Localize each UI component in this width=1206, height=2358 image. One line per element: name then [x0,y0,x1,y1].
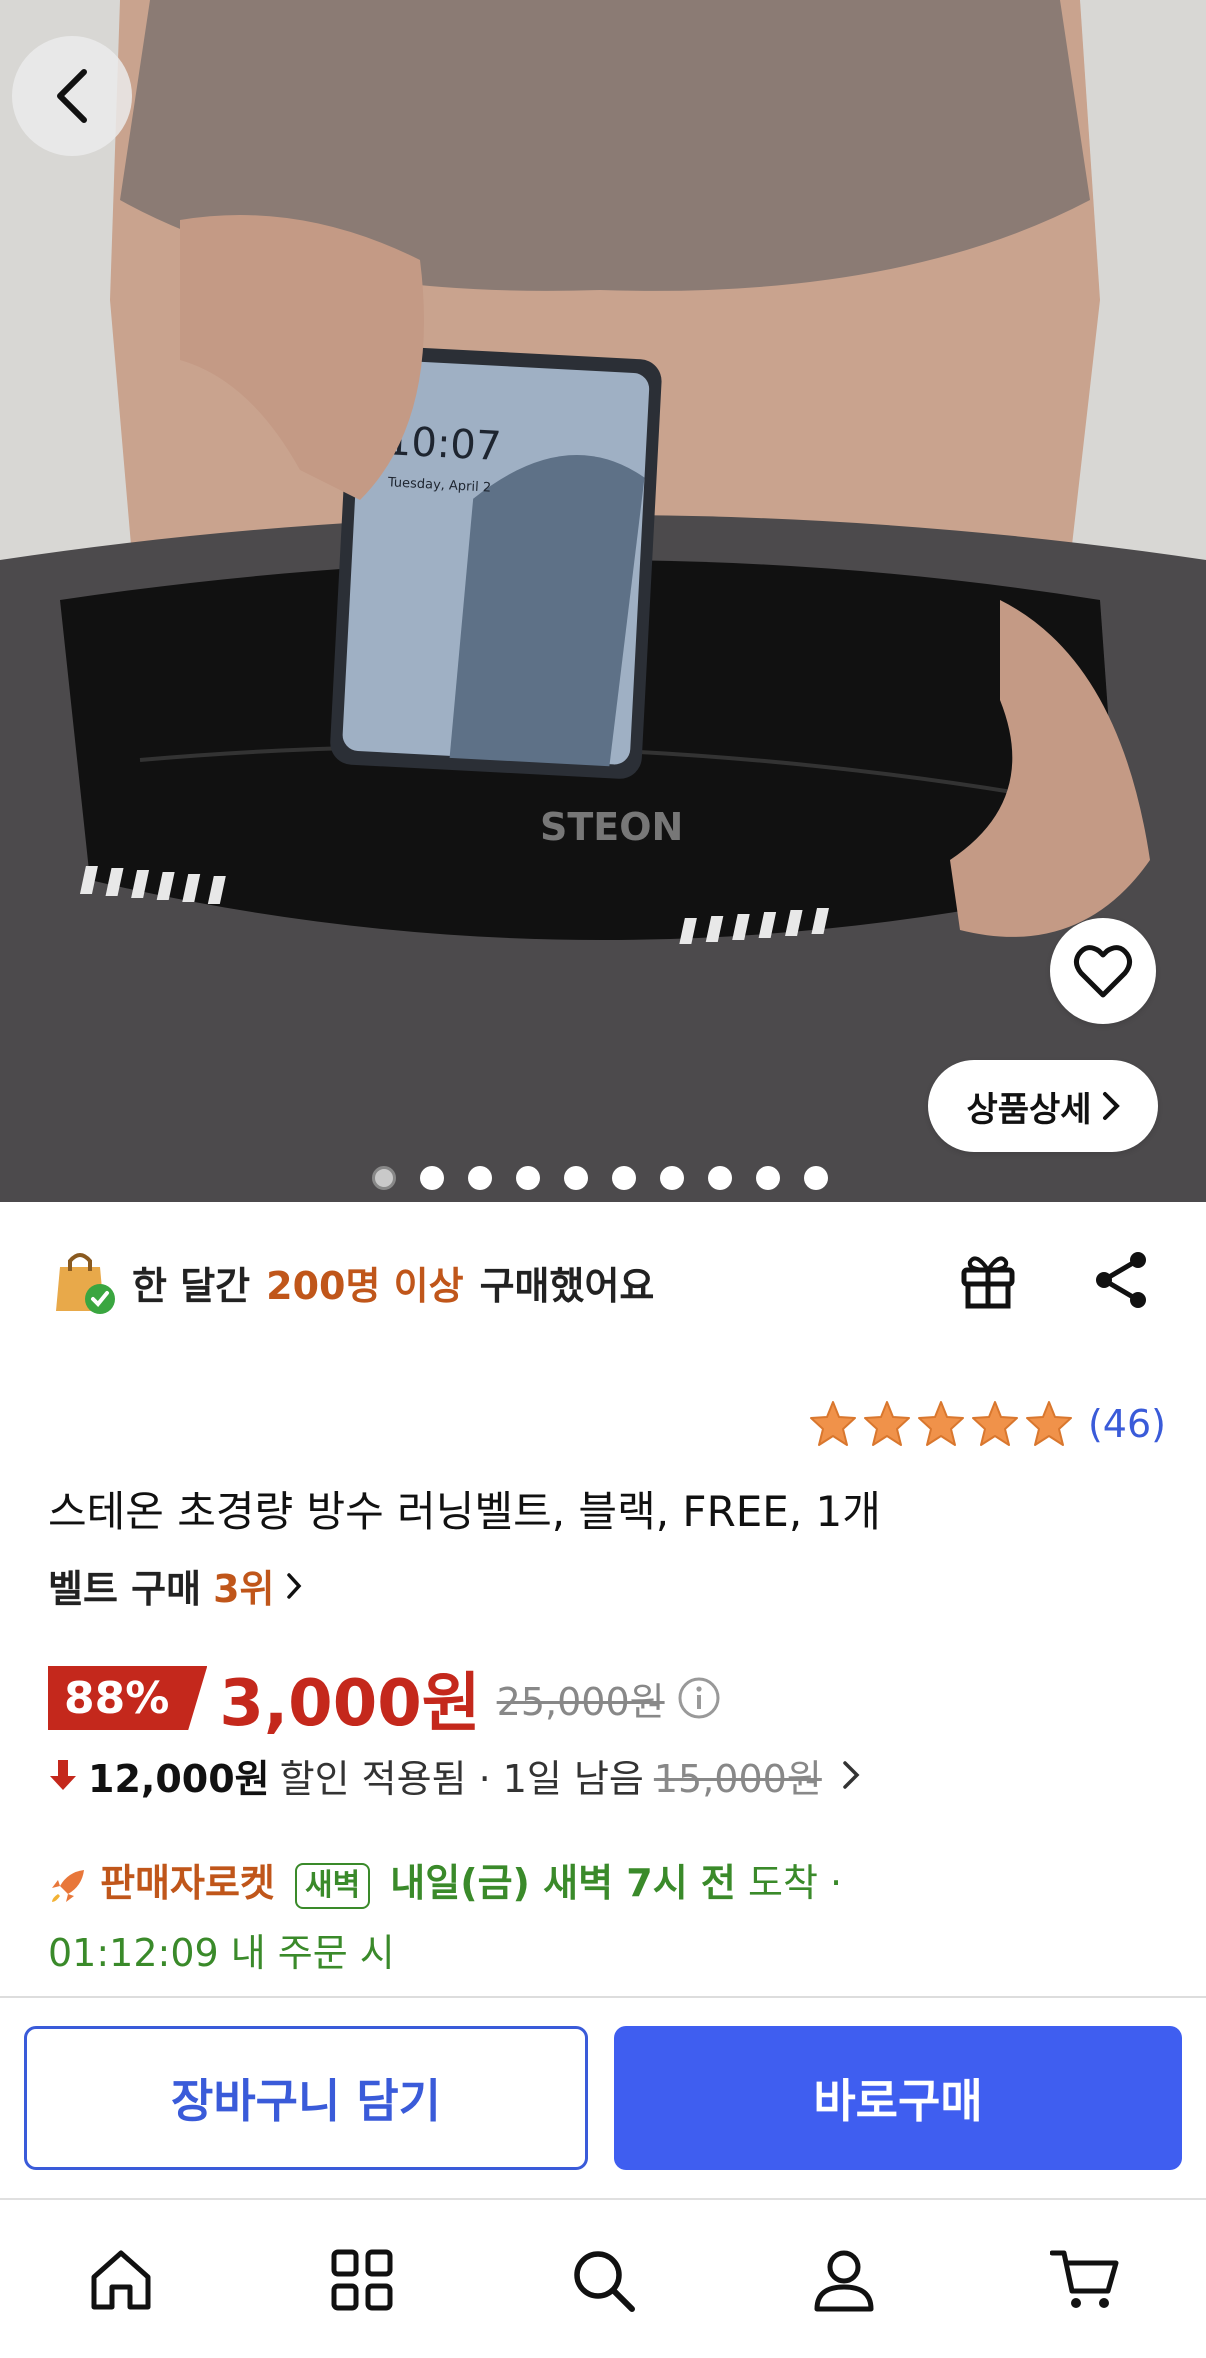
rocket-icon [52,1869,84,1902]
share-icon [1096,1252,1146,1308]
coupon-text: 할인 적용됨 · 1일 남음 [279,1756,644,1801]
carousel-dot[interactable] [660,1166,684,1190]
sale-price: 3,000원 [219,1667,481,1741]
carousel-dot[interactable] [372,1166,396,1190]
carousel-dot[interactable] [468,1166,492,1190]
category-rank-link[interactable]: 벨트 구매 3위 [48,1558,302,1613]
coupon-strike-price: 15,000원 [653,1756,822,1801]
coupon-amount: 12,000원 [88,1756,270,1801]
grid-icon [331,2249,393,2311]
bottom-tab-bar [0,2198,1206,2358]
tab-categories[interactable] [322,2240,402,2320]
seller-rocket-label: 판매자로켓 [100,1861,275,1905]
star-rating [808,1400,1074,1448]
star-icon [971,1401,1018,1446]
price-row: 88% 3,000원 25,000원 [48,1662,721,1741]
heart-icon [1073,945,1133,998]
carousel-dot[interactable] [564,1166,588,1190]
cart-icon [1050,2250,1119,2308]
carousel-dot[interactable] [612,1166,636,1190]
tab-cart[interactable] [1045,2240,1125,2320]
chevron-right-icon [1102,1092,1120,1120]
carousel-dot[interactable] [756,1166,780,1190]
arrival-rest: 도착 · [747,1861,843,1905]
product-image-carousel[interactable]: STEON 10:07 Tuesday, April 2 상품상세 [0,0,1206,1202]
product-photo: STEON 10:07 Tuesday, April 2 [0,0,1206,1202]
carousel-dot[interactable] [708,1166,732,1190]
gift-icon [961,1256,1015,1309]
star-icon [1025,1401,1072,1446]
chevron-right-icon [843,1761,860,1789]
belt-brand-print: STEON [540,805,683,849]
purchase-count-banner: 한 달간 200명 이상 구매했어요 [50,1240,870,1324]
user-icon [814,2250,874,2312]
rank-value: 3위 [213,1567,275,1611]
coupon-discount-row[interactable]: 12,000원 할인 적용됨 · 1일 남음 15,000원 [48,1744,860,1806]
tab-search[interactable] [563,2240,643,2320]
purchase-suffix: 구매했어요 [479,1263,655,1308]
delivery-info: 판매자로켓 새벽 내일(금) 새벽 7시 전 도착 · 01:12:09 내 주… [48,1848,1148,1988]
buy-now-button[interactable]: 바로구매 [614,2026,1182,2170]
review-count[interactable]: (46) [1088,1402,1166,1446]
rating-summary[interactable]: (46) [808,1400,1166,1448]
purchase-action-bar: 장바구니 담기 바로구매 [0,1996,1206,2200]
rank-label: 벨트 구매 [48,1567,202,1611]
gift-button[interactable] [958,1248,1018,1316]
purchase-highlight: 200명 이상 [266,1263,464,1308]
home-icon [91,2250,151,2310]
product-detail-button[interactable]: 상품상세 [928,1060,1158,1152]
star-icon [809,1401,856,1446]
product-detail-label: 상품상세 [966,1089,1092,1130]
info-icon[interactable] [677,1676,721,1720]
back-button[interactable] [12,36,132,156]
star-icon [917,1401,964,1446]
carousel-dot[interactable] [516,1166,540,1190]
order-countdown: 01:12:09 내 주문 시 [48,1931,395,1975]
discount-badge: 88% [48,1666,208,1730]
purchase-prefix: 한 달간 [132,1263,251,1308]
share-button[interactable] [1092,1250,1152,1314]
tab-home[interactable] [81,2240,161,2320]
product-title: 스테온 초경량 방수 러닝벨트, 블랙, FREE, 1개 [48,1487,881,1536]
carousel-dot[interactable] [804,1166,828,1190]
carousel-dot[interactable] [420,1166,444,1190]
add-to-cart-button[interactable]: 장바구니 담기 [24,2026,588,2170]
shopping-bag-check-icon [56,1253,115,1314]
search-icon [574,2251,635,2312]
star-icon [863,1401,910,1446]
chevron-right-icon [287,1572,302,1599]
chevron-left-icon [57,69,87,123]
arrival-time: 내일(금) 새벽 7시 전 [390,1861,736,1905]
original-price: 25,000원 [496,1679,665,1724]
carousel-dots [372,1166,828,1190]
arrow-down-icon [50,1760,76,1790]
dawn-delivery-tag: 새벽 [295,1862,371,1909]
tab-my-page[interactable] [804,2240,884,2320]
wishlist-button[interactable] [1050,918,1156,1024]
